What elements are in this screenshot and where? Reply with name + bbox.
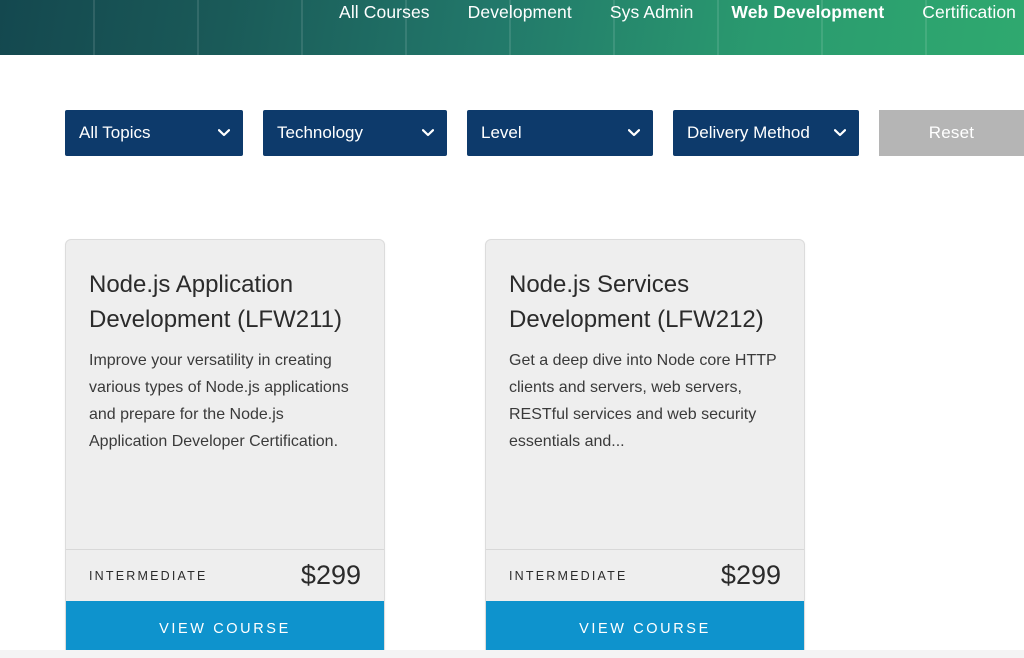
topic-filter-select[interactable]: All Topics (65, 110, 243, 156)
course-title: Node.js Services Development (LFW212) (509, 271, 764, 333)
level-filter-select[interactable]: Level (467, 110, 653, 156)
course-description: Get a deep dive into Node core HTTP clie… (509, 352, 777, 450)
level-filter-wrapper: Level (467, 110, 653, 156)
course-card-body: Node.js Services Development (LFW212) Ge… (486, 240, 804, 549)
nav-link-development[interactable]: Development (468, 1, 572, 23)
course-level-badge: INTERMEDIATE (89, 568, 208, 583)
course-title: Node.js Application Development (LFW211) (89, 271, 342, 333)
course-price: $299 (720, 560, 781, 590)
page-bottom-strip (0, 650, 1024, 658)
nav-link-list: All Courses Development Sys Admin Web De… (0, 0, 1024, 55)
course-card-meta: INTERMEDIATE $299 (66, 549, 384, 601)
filter-toolbar: All Topics Technology Level Delivery Met… (0, 55, 1024, 210)
course-card-grid: Node.js Application Development (LFW211)… (65, 239, 805, 658)
course-card-body: Node.js Application Development (LFW211)… (66, 240, 384, 549)
view-course-button[interactable]: VIEW COURSE (66, 601, 384, 657)
course-description: Improve your versatility in creating var… (89, 352, 349, 450)
course-card[interactable]: Node.js Application Development (LFW211)… (65, 239, 385, 658)
nav-link-web-development[interactable]: Web Development (731, 1, 884, 23)
nav-link-certification[interactable]: Certification (922, 1, 1016, 23)
topic-filter-wrapper: All Topics (65, 110, 243, 156)
delivery-method-filter-wrapper: Delivery Method (673, 110, 859, 156)
delivery-method-filter-select[interactable]: Delivery Method (673, 110, 859, 156)
course-price: $299 (300, 560, 361, 590)
technology-filter-select[interactable]: Technology (263, 110, 447, 156)
reset-filters-button[interactable]: Reset (879, 110, 1024, 156)
course-card[interactable]: Node.js Services Development (LFW212) Ge… (485, 239, 805, 658)
technology-filter-wrapper: Technology (263, 110, 447, 156)
nav-link-all-courses[interactable]: All Courses (339, 1, 430, 23)
nav-link-sys-admin[interactable]: Sys Admin (610, 1, 694, 23)
view-course-button[interactable]: VIEW COURSE (486, 601, 804, 657)
course-card-meta: INTERMEDIATE $299 (486, 549, 804, 601)
course-level-badge: INTERMEDIATE (509, 568, 628, 583)
top-navigation-bar: All Courses Development Sys Admin Web De… (0, 0, 1024, 55)
